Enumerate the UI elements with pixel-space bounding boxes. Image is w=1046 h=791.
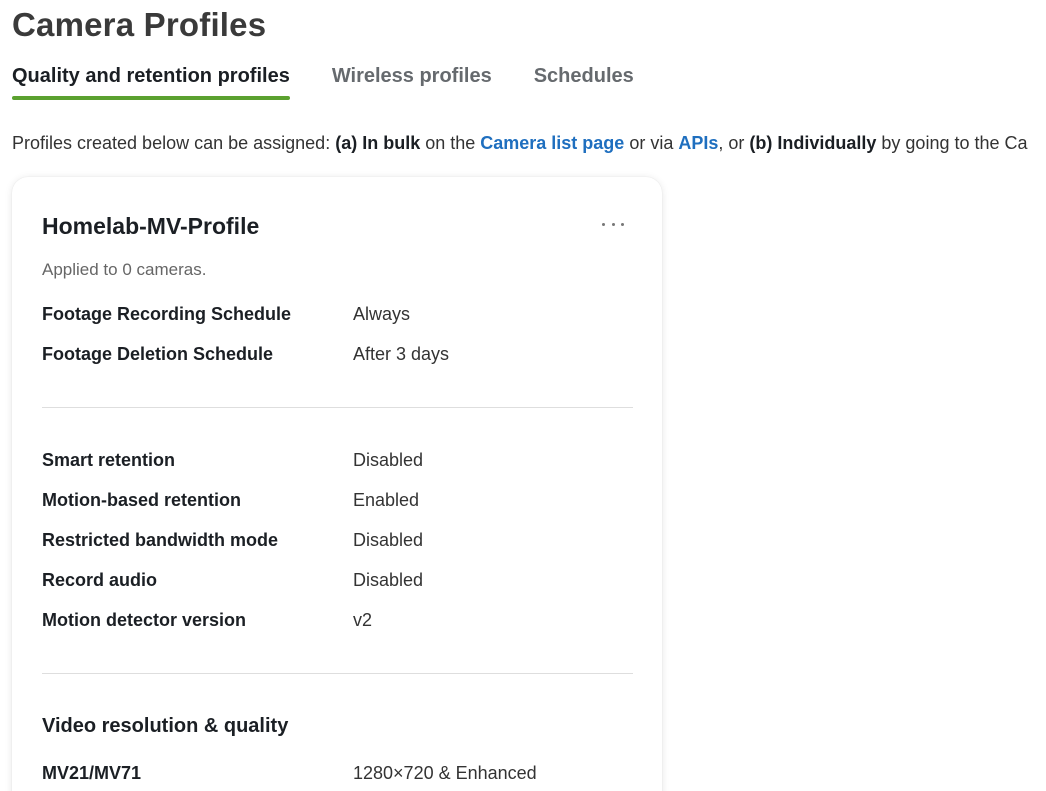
detail-label: Record audio — [42, 570, 158, 590]
intro-text-part: by going to the Ca — [876, 133, 1028, 153]
detail-value: Disabled — [353, 530, 424, 550]
detail-row-motion-detector-version: Motion detector version v2 — [42, 610, 632, 634]
section-divider — [42, 407, 633, 408]
apis-link[interactable]: APIs — [678, 133, 718, 153]
tab-schedules[interactable]: Schedules — [534, 62, 634, 104]
detail-value: Disabled — [353, 570, 424, 590]
detail-label: MV21/MV71 — [42, 763, 142, 783]
detail-label: Footage Recording Schedule — [42, 304, 292, 324]
tab-wireless-profiles[interactable]: Wireless profiles — [332, 62, 492, 104]
more-options-button[interactable] — [600, 213, 626, 235]
detail-label: Motion detector version — [42, 610, 247, 630]
applied-cameras-count: Applied to 0 cameras. — [42, 260, 207, 279]
detail-label: Restricted bandwidth mode — [42, 530, 279, 550]
detail-value: 1280×720 & Enhanced — [353, 763, 537, 783]
ellipsis-icon — [621, 222, 624, 226]
detail-row-recording-schedule: Footage Recording Schedule Always — [42, 304, 632, 328]
camera-list-page-link[interactable]: Camera list page — [480, 133, 624, 153]
video-quality-section-title: Video resolution & quality — [42, 715, 289, 737]
detail-value: Always — [353, 304, 411, 324]
intro-bold-in-bulk: (a) In bulk — [335, 133, 421, 153]
ellipsis-icon — [611, 222, 615, 226]
profile-tabs: Quality and retention profiles Wireless … — [12, 62, 676, 104]
detail-row-restricted-bandwidth-mode: Restricted bandwidth mode Disabled — [42, 530, 632, 554]
ellipsis-icon — [602, 222, 605, 226]
detail-value: After 3 days — [353, 344, 450, 364]
intro-text-part: on the — [420, 133, 481, 153]
detail-row-smart-retention: Smart retention Disabled — [42, 450, 632, 474]
detail-row-mv21-mv71: MV21/MV71 1280×720 & Enhanced — [42, 763, 632, 787]
section-divider — [42, 673, 633, 674]
intro-bold-individually: (b) Individually — [749, 133, 877, 153]
intro-text-part: , or — [718, 133, 750, 153]
detail-label: Footage Deletion Schedule — [42, 344, 274, 364]
profile-card: Homelab-MV-Profile Applied to 0 cameras.… — [12, 177, 662, 791]
detail-value: Disabled — [353, 450, 424, 470]
intro-text-part: or via — [624, 133, 679, 153]
profile-name: Homelab-MV-Profile — [42, 213, 260, 239]
page-title: Camera Profiles — [12, 6, 267, 43]
camera-profiles-page: Camera Profiles Quality and retention pr… — [0, 0, 1046, 791]
detail-label: Smart retention — [42, 450, 176, 470]
detail-value: Enabled — [353, 490, 420, 510]
detail-value: v2 — [353, 610, 373, 630]
detail-row-motion-based-retention: Motion-based retention Enabled — [42, 490, 632, 514]
detail-row-record-audio: Record audio Disabled — [42, 570, 632, 594]
detail-label: Motion-based retention — [42, 490, 241, 510]
intro-text-part: Profiles created below can be assigned: — [12, 133, 336, 153]
tab-quality-and-retention-profiles[interactable]: Quality and retention profiles — [12, 62, 290, 104]
detail-row-deletion-schedule: Footage Deletion Schedule After 3 days — [42, 344, 632, 368]
profiles-intro-text: Profiles created below can be assigned: … — [12, 133, 1028, 154]
